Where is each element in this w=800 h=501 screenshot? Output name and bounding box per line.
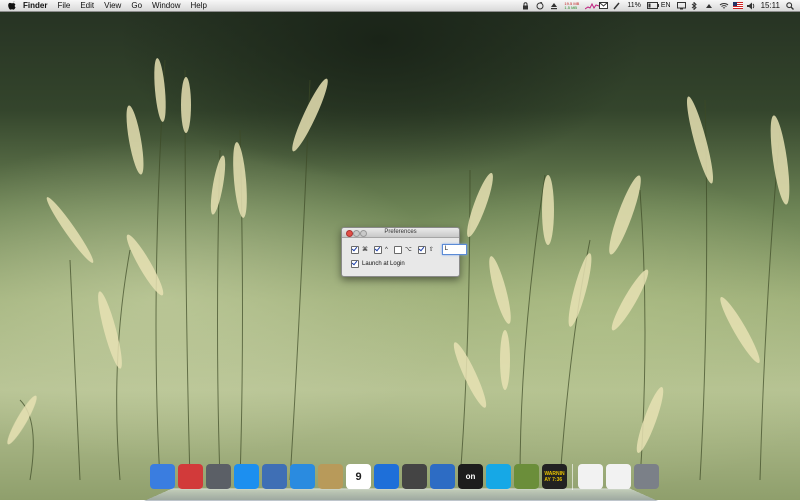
lock-icon[interactable]: [522, 1, 530, 10]
dock-finder-icon[interactable]: [150, 464, 175, 489]
launch-row: Launch at Login: [351, 260, 405, 268]
hotkey-input[interactable]: L: [441, 244, 467, 255]
dock-xcode-icon[interactable]: [430, 464, 455, 489]
menu-file[interactable]: File: [52, 0, 75, 11]
dock: 9 on WARNIN AY 7:36: [144, 462, 659, 501]
dock-icon-label: 9: [355, 470, 362, 483]
launch-at-login-label[interactable]: Launch at Login: [362, 261, 405, 267]
bluetooth-icon[interactable]: [691, 0, 699, 11]
shift-checkbox[interactable]: [417, 245, 426, 254]
menu-window[interactable]: Window: [147, 0, 185, 11]
option-symbol: ⌥: [404, 247, 412, 253]
zoom-button[interactable]: [360, 230, 367, 237]
mail-icon[interactable]: [599, 1, 609, 10]
window-title: Preferences: [384, 229, 417, 235]
flag-icon[interactable]: [732, 1, 743, 10]
time-machine-icon[interactable]: [705, 2, 713, 10]
dock-trash-icon[interactable]: [634, 464, 659, 489]
dock-icon-label: on: [465, 472, 476, 481]
control-symbol: ^: [385, 246, 388, 253]
preferences-body: ⌘ ^ ⌥ ⇧ L Launch at Login: [342, 238, 467, 276]
dock-safari-icon[interactable]: [290, 464, 315, 489]
dock-items: 9 on WARNIN AY 7:36: [150, 464, 659, 490]
shift-symbol: ⇧: [428, 247, 434, 253]
eject-icon[interactable]: [550, 2, 558, 10]
dock-floppy-save-icon[interactable]: [178, 464, 203, 489]
dock-itunes-icon[interactable]: [374, 464, 399, 489]
battery-icon[interactable]: [646, 1, 659, 10]
menu-go[interactable]: Go: [126, 0, 147, 11]
dock-notification-app-icon[interactable]: [514, 464, 539, 489]
menu-help[interactable]: Help: [185, 0, 211, 11]
dock-document-file-icon[interactable]: [578, 464, 603, 489]
dock-console-icon[interactable]: WARNIN AY 7:36: [542, 464, 567, 489]
volume-icon[interactable]: [746, 2, 755, 10]
close-button[interactable]: [346, 230, 353, 237]
option-checkbox[interactable]: [393, 245, 402, 254]
battery-text: 11%: [627, 2, 641, 9]
activity-graph-icon[interactable]: [585, 2, 600, 10]
sync-icon[interactable]: [536, 1, 544, 10]
dock-icon-label: WARNIN AY 7:36: [544, 470, 565, 483]
command-symbol: ⌘: [362, 247, 368, 253]
dock-app-store-icon[interactable]: [234, 464, 259, 489]
network-meter[interactable]: 19.5 MB 1.5 MB: [564, 1, 579, 10]
dock-preview-icon[interactable]: [262, 464, 287, 489]
dock-terminal-on-icon[interactable]: on: [458, 464, 483, 489]
wifi-icon[interactable]: [719, 2, 728, 10]
dock-notes-icon[interactable]: [318, 464, 343, 489]
menu-view[interactable]: View: [99, 0, 126, 11]
dock-shelf: [144, 488, 658, 501]
minimize-button[interactable]: [353, 230, 360, 237]
modifier-row: ⌘ ^ ⌥ ⇧ L: [351, 244, 467, 255]
dock-launchpad-icon[interactable]: [206, 464, 231, 489]
dock-separator: [572, 464, 573, 490]
menu-clock[interactable]: 15:11: [761, 0, 780, 11]
status-area: 19.5 MB 1.5 MB 11% EN 15:11: [522, 0, 794, 11]
preferences-window: Preferences ⌘ ^ ⌥ ⇧ L Launch at Login: [341, 227, 467, 277]
menu-bar: Finder File Edit View Go Window Help 19.…: [0, 0, 800, 12]
preferences-titlebar[interactable]: Preferences: [342, 228, 459, 238]
control-checkbox[interactable]: [374, 245, 382, 254]
dock-photo-booth-icon[interactable]: [402, 464, 427, 489]
dock-skype-icon[interactable]: [486, 464, 511, 489]
dock-calendar-icon[interactable]: 9: [346, 464, 371, 489]
launch-at-login-checkbox[interactable]: [351, 260, 359, 268]
network-label: EN: [660, 2, 671, 9]
brush-icon[interactable]: [613, 2, 621, 10]
spotlight-icon[interactable]: [786, 1, 794, 10]
command-checkbox[interactable]: [351, 245, 359, 254]
menu-app-finder[interactable]: Finder: [18, 0, 52, 11]
meter-line-2: 1.5 MB: [564, 4, 578, 10]
apple-icon[interactable]: [8, 1, 16, 11]
menu-edit[interactable]: Edit: [75, 0, 99, 11]
display-icon[interactable]: [676, 1, 686, 10]
dock-pdf-file-icon[interactable]: [606, 464, 631, 489]
